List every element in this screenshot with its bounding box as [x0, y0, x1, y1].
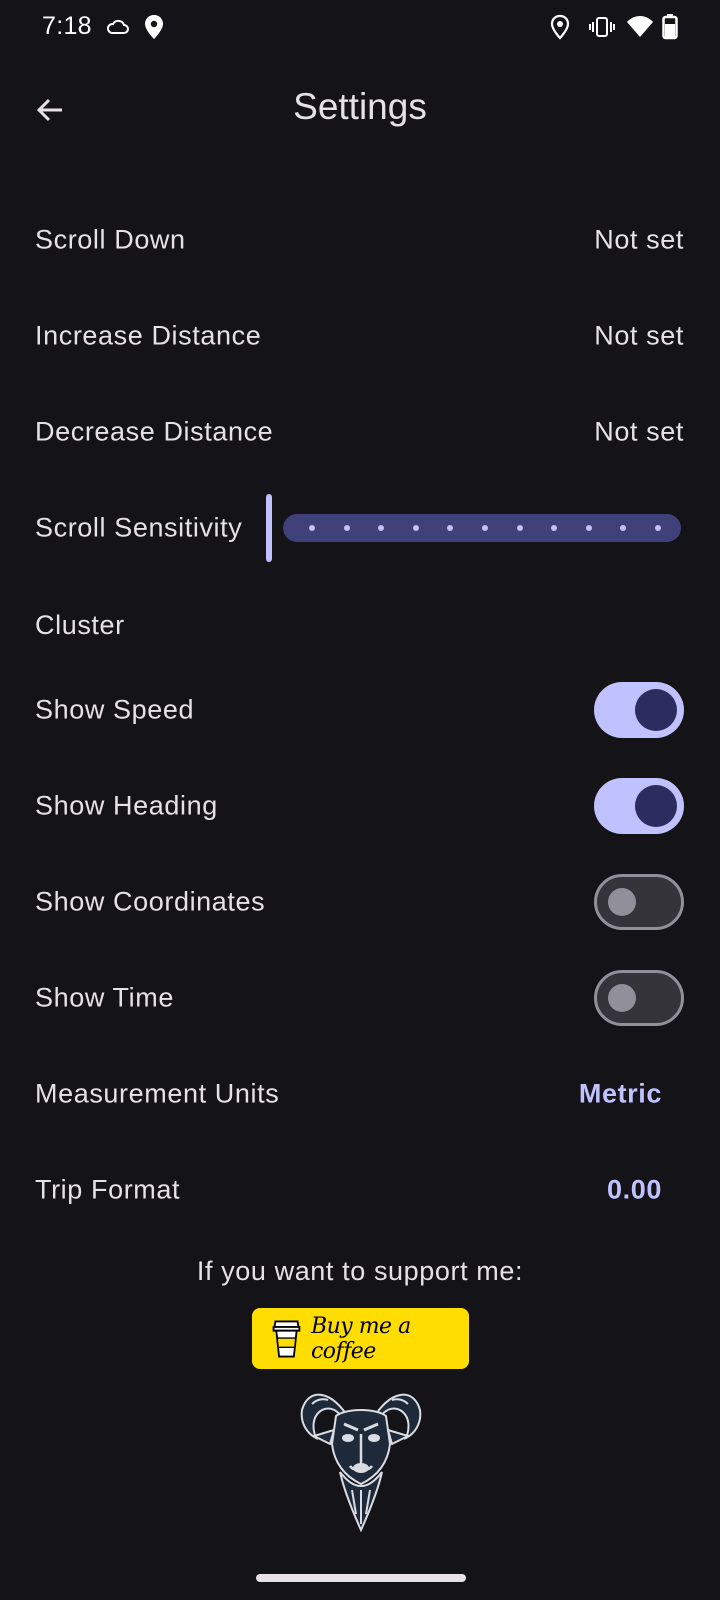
settings-screen: 7:18 Settings Scroll Down Not set Increa…: [0, 0, 720, 1600]
scroll-down-row[interactable]: Scroll Down Not set: [0, 204, 720, 276]
scroll-down-label: Scroll Down: [35, 224, 186, 255]
show-coordinates-label: Show Coordinates: [35, 886, 266, 917]
show-time-row[interactable]: Show Time: [0, 962, 720, 1034]
slider-tick-dot: [620, 525, 627, 531]
cluster-section-header: Cluster: [35, 610, 125, 640]
show-coordinates-switch[interactable]: [594, 874, 684, 930]
trip-format-row[interactable]: Trip Format 0.00: [0, 1154, 720, 1226]
scroll-sensitivity-label: Scroll Sensitivity: [35, 512, 243, 543]
show-speed-switch[interactable]: [594, 682, 684, 738]
home-indicator[interactable]: [256, 1574, 466, 1582]
sensitivity-slider-track[interactable]: [283, 514, 681, 542]
scroll-down-value: Not set: [594, 224, 684, 255]
coffee-button-label: Buy me a coffee: [310, 1313, 411, 1364]
sensitivity-slider-handle[interactable]: [266, 494, 272, 562]
show-speed-label: Show Speed: [35, 694, 195, 725]
show-time-switch[interactable]: [594, 970, 684, 1026]
slider-tick-dot: [482, 525, 488, 531]
status-bar: 7:18: [0, 0, 720, 56]
slider-tick-dot: [585, 525, 592, 531]
goat-logo-icon: [300, 1393, 422, 1532]
decrease-distance-label: Decrease Distance: [35, 416, 274, 447]
increase-distance-label: Increase Distance: [35, 320, 262, 351]
increase-distance-value: Not set: [594, 320, 684, 351]
switch-thumb: [635, 689, 677, 731]
increase-distance-row[interactable]: Increase Distance Not set: [0, 300, 720, 372]
trip-format-label: Trip Format: [35, 1174, 181, 1205]
slider-tick-dot: [655, 525, 661, 531]
slider-tick-dot: [378, 525, 385, 531]
trip-format-button[interactable]: 0.00: [607, 1175, 662, 1206]
switch-thumb: [608, 984, 636, 1012]
show-heading-switch[interactable]: [594, 778, 684, 834]
battery-icon: [662, 12, 678, 42]
show-speed-row[interactable]: Show Speed: [0, 674, 720, 746]
location-pin-icon: [144, 12, 164, 42]
decrease-distance-row[interactable]: Decrease Distance Not set: [0, 396, 720, 468]
switch-thumb: [635, 785, 677, 827]
wifi-icon: [626, 12, 654, 42]
measurement-units-label: Measurement Units: [35, 1078, 280, 1109]
location-outline-icon: [550, 12, 570, 42]
show-heading-row[interactable]: Show Heading: [0, 770, 720, 842]
slider-tick-dot: [551, 525, 558, 531]
support-text: If you want to support me:: [196, 1256, 524, 1286]
slider-tick-dot: [516, 525, 523, 531]
slider-tick-dot: [309, 525, 315, 531]
cloud-icon: [106, 12, 130, 42]
switch-thumb: [608, 888, 636, 916]
decrease-distance-value: Not set: [594, 416, 684, 447]
slider-tick-dot: [412, 525, 419, 531]
buy-me-a-coffee-button[interactable]: Buy me a coffee: [252, 1308, 469, 1369]
show-heading-label: Show Heading: [35, 790, 218, 821]
measurement-units-button[interactable]: Metric: [579, 1079, 662, 1110]
coffee-cup-icon: [272, 1320, 301, 1357]
slider-tick-dot: [343, 525, 350, 531]
status-time: 7:18: [42, 12, 92, 40]
vibrate-icon: [588, 12, 616, 42]
measurement-units-row[interactable]: Measurement Units Metric: [0, 1058, 720, 1130]
top-app-bar: Settings: [0, 76, 720, 146]
show-coordinates-row[interactable]: Show Coordinates: [0, 866, 720, 938]
slider-tick-dot: [447, 525, 454, 531]
page-title: Settings: [293, 86, 427, 127]
show-time-label: Show Time: [35, 982, 174, 1013]
